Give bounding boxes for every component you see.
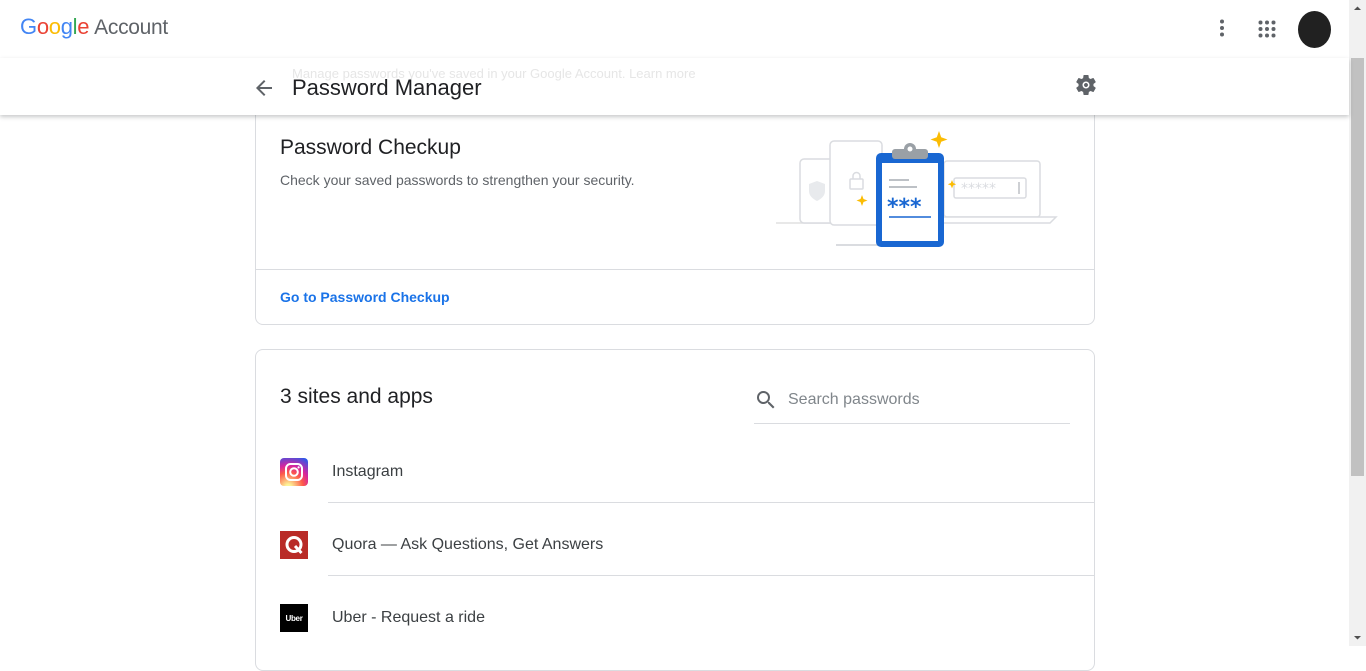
- search-icon: [757, 391, 775, 409]
- page-title: Password Manager: [292, 75, 482, 100]
- card-divider: [256, 269, 1094, 270]
- saved-passwords-card: 3 sites and apps Instagram Quora — Ask Q…: [255, 349, 1095, 671]
- instagram-glyph: [285, 463, 303, 481]
- more-options-button[interactable]: [1208, 14, 1236, 42]
- password-checkup-card: Password Checkup Check your saved passwo…: [255, 90, 1095, 325]
- scroll-down-button[interactable]: [1349, 629, 1366, 646]
- logo-letter: o: [36, 14, 49, 39]
- google-apps-button[interactable]: [1252, 14, 1282, 44]
- scroll-up-arrow-icon: [1354, 6, 1361, 10]
- password-checkup-illustration: ***** ***: [776, 131, 1058, 247]
- apps-grid-icon: [1258, 20, 1276, 38]
- logo-letter: g: [60, 14, 73, 39]
- scroll-thumb[interactable]: [1351, 58, 1364, 476]
- site-name: Instagram: [332, 463, 404, 480]
- google-account-logo[interactable]: Google Account: [20, 14, 168, 40]
- search-input[interactable]: [788, 388, 1058, 412]
- site-name: Uber - Request a ride: [332, 609, 485, 626]
- more-vert-icon: [1220, 19, 1224, 37]
- password-manager-header: Manage passwords you've saved in your Go…: [0, 58, 1349, 115]
- quora-glyph: [285, 536, 303, 555]
- arrow-back-icon: [256, 80, 272, 96]
- top-bar: Google Account: [0, 0, 1349, 58]
- sites-count-title: 3 sites and apps: [280, 385, 433, 408]
- settings-button[interactable]: [1074, 73, 1098, 97]
- svg-text:*****: *****: [961, 181, 996, 197]
- account-label: Account: [94, 16, 168, 39]
- page-scrollbar[interactable]: [1349, 0, 1366, 646]
- logo-letter: e: [77, 14, 90, 39]
- site-item-quora[interactable]: Quora — Ask Questions, Get Answers: [256, 503, 1094, 576]
- site-item-instagram[interactable]: Instagram: [256, 430, 1094, 503]
- back-button[interactable]: [252, 76, 276, 100]
- site-name: Quora — Ask Questions, Get Answers: [332, 536, 604, 553]
- logo-letter: o: [48, 14, 61, 39]
- google-wordmark: Google: [20, 14, 89, 40]
- uber-icon-text: Uber: [285, 613, 303, 623]
- logo-letter: G: [20, 14, 37, 39]
- scroll-up-button[interactable]: [1349, 0, 1366, 17]
- scroll-down-arrow-icon: [1354, 636, 1361, 640]
- gear-icon: [1076, 75, 1096, 95]
- checkup-title: Password Checkup: [280, 136, 461, 159]
- instagram-icon: [280, 458, 308, 486]
- quora-icon: [280, 531, 308, 559]
- checkup-description: Check your saved passwords to strengthen…: [280, 172, 635, 188]
- account-avatar[interactable]: [1298, 11, 1331, 48]
- site-item-uber[interactable]: Uber Uber - Request a ride: [256, 576, 1094, 649]
- go-to-password-checkup-link[interactable]: Go to Password Checkup: [280, 289, 450, 305]
- search-passwords-field[interactable]: [754, 380, 1070, 424]
- uber-icon: Uber: [280, 604, 308, 632]
